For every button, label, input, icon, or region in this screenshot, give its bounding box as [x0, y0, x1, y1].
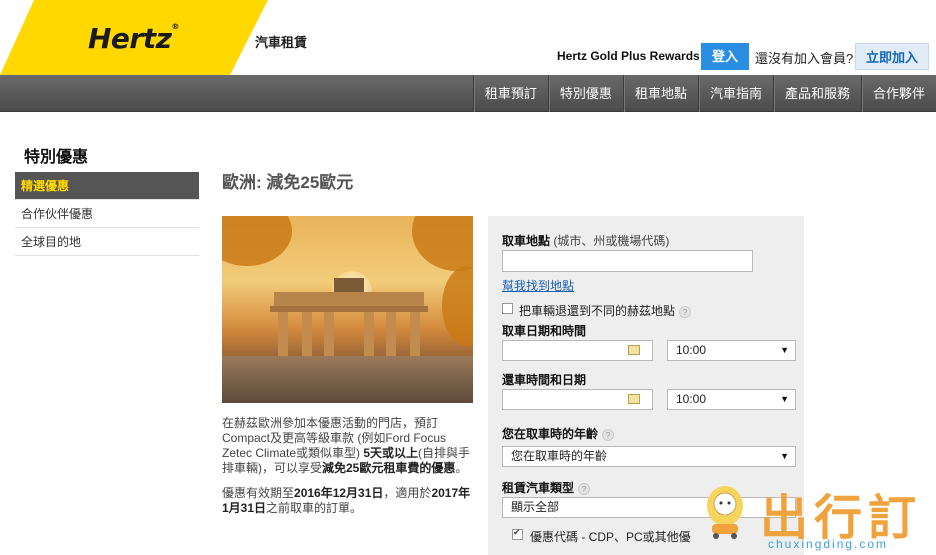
pickup-location-input[interactable]	[502, 250, 753, 272]
offer-terms: 在赫茲歐洲參加本優惠活動的門店，預訂Compact及更高等級車款 (例如Ford…	[222, 416, 471, 475]
main-navigation: 租車預訂 特別優惠 租車地點 汽車指南 產品和服務 合作夥伴	[0, 75, 936, 112]
calendar-icon[interactable]	[628, 345, 640, 355]
pickup-time-select[interactable]: 10:00 ▼	[667, 340, 796, 361]
foliage-top-left	[222, 216, 292, 266]
offer-description: 在赫茲歐洲參加本優惠活動的門店，預訂Compact及更高等級車款 (例如Ford…	[222, 416, 472, 526]
brand-subtitle: 汽車租賃	[255, 35, 308, 50]
help-find-location-link[interactable]: 幫我找到地點	[502, 277, 574, 294]
return-time-select[interactable]: 10:00 ▼	[667, 389, 796, 410]
ground	[222, 356, 473, 403]
sidebar-item-featured-offers[interactable]: 精選優惠	[15, 172, 199, 200]
nav-item-partners[interactable]: 合作夥伴	[860, 75, 936, 112]
reservation-form: 取車地點 (城市、州或機場代碼) 幫我找到地點 把車輛退還到不同的赫茲地點? 取…	[488, 216, 804, 555]
pickup-datetime-label: 取車日期和時間	[502, 324, 587, 338]
return-date-input[interactable]	[502, 389, 653, 410]
nav-item-products-services[interactable]: 產品和服務	[772, 75, 861, 112]
age-label: 您在取車時的年齡?	[502, 425, 615, 442]
return-different-location-label: 把車輛退還到不同的赫茲地點?	[519, 302, 692, 319]
promo-code-label: 優惠代碼 - CDP、PC或其他優	[530, 530, 691, 544]
dropdown-arrow-icon: ▼	[780, 345, 789, 355]
gate-illustration	[270, 278, 428, 360]
calendar-icon[interactable]	[628, 394, 640, 404]
foliage-top-right	[412, 216, 473, 271]
join-now-button[interactable]: 立即加入	[855, 43, 929, 70]
pickup-date-input[interactable]	[502, 340, 653, 361]
not-member-text: 還沒有加入會員?	[755, 51, 854, 66]
offer-title: 歐洲: 減免25歐元	[222, 173, 354, 192]
promo-code-checkbox[interactable]	[512, 527, 523, 540]
pickup-location-label: 取車地點 (城市、州或機場代碼)	[502, 234, 670, 248]
brandenburg-gate-photo	[222, 216, 473, 403]
login-button[interactable]: 登入	[701, 43, 749, 70]
watermark-url: chuxingding.com	[768, 537, 889, 551]
offer-validity: 優惠有效期至2016年12月31日，適用於2017年1月31日之前取車的訂單。	[222, 486, 471, 515]
age-select[interactable]: 您在取車時的年齡 ▼	[502, 446, 796, 467]
help-icon[interactable]: ?	[602, 428, 615, 441]
dropdown-arrow-icon: ▼	[780, 394, 789, 404]
nav-item-reservations[interactable]: 租車預訂	[472, 75, 548, 112]
return-different-location-checkbox[interactable]	[502, 303, 513, 314]
sidebar-title: 特別優惠	[24, 149, 89, 166]
return-datetime-label: 還車時間和日期	[502, 373, 587, 387]
car-type-select[interactable]: 顯示全部	[502, 497, 796, 518]
nav-item-locations[interactable]: 租車地點	[622, 75, 698, 112]
dropdown-arrow-icon: ▼	[780, 451, 789, 461]
nav-item-special-offers[interactable]: 特別優惠	[547, 75, 623, 112]
mascot-icon	[707, 486, 743, 539]
nav-item-car-guide[interactable]: 汽車指南	[697, 75, 773, 112]
car-type-label: 租賃汽車類型?	[502, 479, 591, 496]
help-icon[interactable]: ?	[578, 482, 591, 495]
header: Hertz® 汽車租賃 Hertz Gold Plus Rewards 登入 還…	[0, 0, 936, 75]
gold-plus-label: Hertz Gold Plus Rewards	[557, 49, 700, 63]
hertz-logo[interactable]: Hertz®	[88, 22, 179, 55]
sidebar-menu: 精選優惠 合作伙伴優惠 全球目的地	[15, 172, 199, 256]
foliage-right	[442, 266, 473, 346]
sidebar-item-global-destinations[interactable]: 全球目的地	[15, 228, 199, 256]
sidebar-item-partner-offers[interactable]: 合作伙伴優惠	[15, 200, 199, 228]
help-icon[interactable]: ?	[679, 305, 692, 318]
